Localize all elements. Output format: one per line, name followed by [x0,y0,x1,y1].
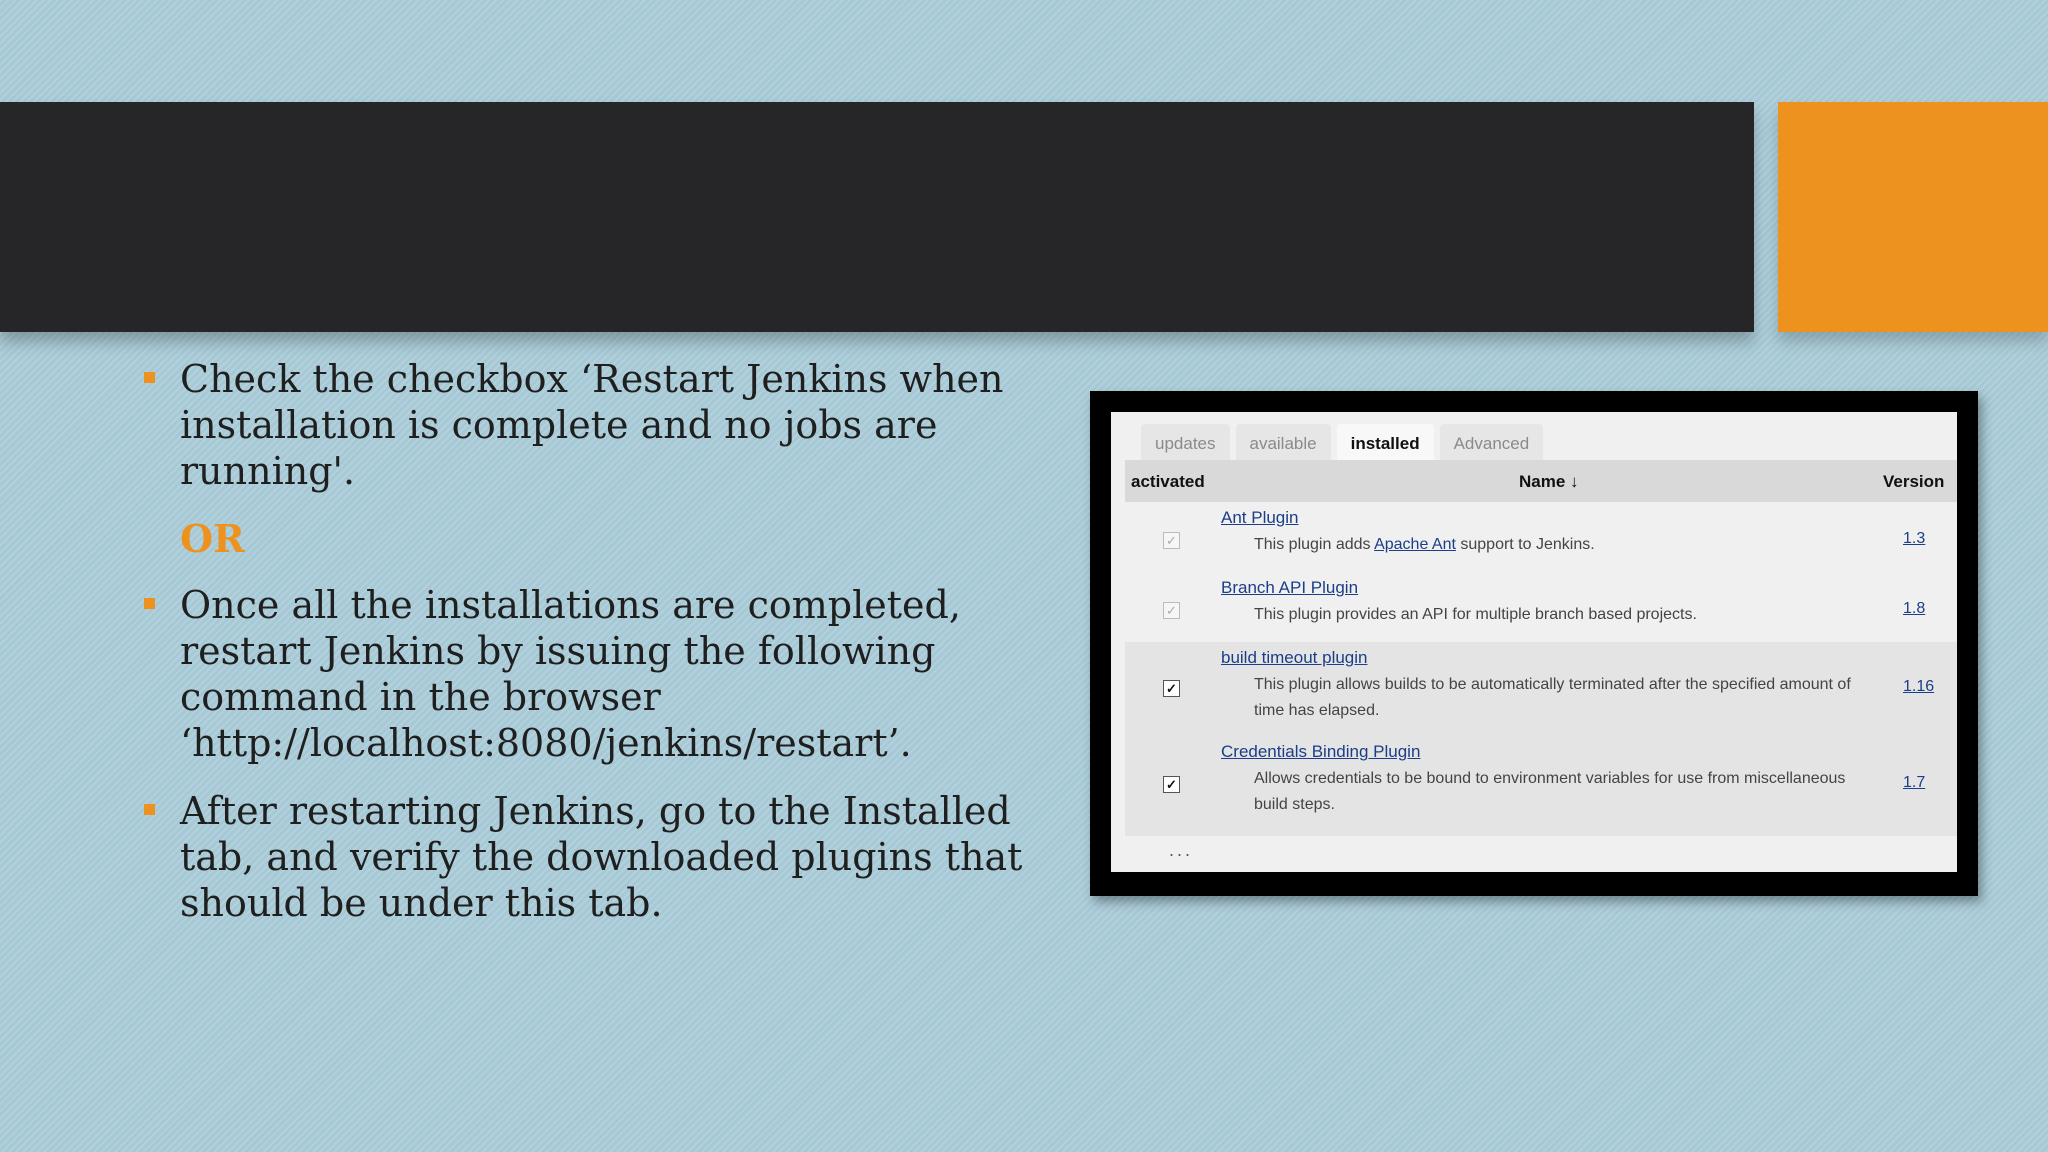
tab-advanced[interactable]: Advanced [1439,424,1544,460]
plugin-version-link[interactable]: 1.16 [1903,678,1934,696]
activated-checkbox[interactable]: ✓ [1163,602,1180,619]
table-row: ✓ Branch API Plugin This plugin provides… [1125,572,1957,642]
more-ellipsis: ... [1169,840,1194,860]
slide-content: Check the checkbox ‘Restart Jenkins when… [140,356,1060,948]
bullet-text: Once all the installations are completed… [180,583,961,765]
plugin-table-header: activated Name ↓ Version R [1125,460,1957,502]
bullet-item: Once all the installations are completed… [140,582,1060,766]
accent-block [1778,102,2048,332]
column-name[interactable]: Name ↓ [1519,472,1579,492]
plugin-version-link[interactable]: 1.8 [1903,600,1925,618]
title-bar [0,102,1754,332]
tab-installed[interactable]: installed [1336,424,1434,460]
plugin-manager-screenshot: updates available installed Advanced act… [1111,412,1957,872]
bullet-item: Check the checkbox ‘Restart Jenkins when… [140,356,1060,494]
activated-checkbox[interactable]: ✓ [1163,776,1180,793]
bullet-text: Check the checkbox ‘Restart Jenkins when… [180,357,1004,493]
column-activated: activated [1131,472,1205,491]
plugin-description: This plugin provides an API for multiple… [1254,606,1697,623]
plugin-description: This plugin allows builds to be automati… [1254,676,1851,719]
table-row: ✓ Credentials Binding Plugin Allows cred… [1125,736,1957,836]
screenshot-frame: updates available installed Advanced act… [1090,391,1978,896]
bullet-text: After restarting Jenkins, go to the Inst… [180,789,1023,925]
apache-ant-link[interactable]: Apache Ant [1374,536,1456,553]
plugin-name-link[interactable]: build timeout plugin [1221,648,1367,668]
plugin-description-text: This plugin adds [1254,536,1375,553]
activated-checkbox[interactable]: ✓ [1163,680,1180,697]
plugin-description: This plugin adds Apache Ant support to J… [1254,532,1864,558]
table-row: ✓ build timeout plugin This plugin allow… [1125,642,1957,736]
activated-checkbox[interactable]: ✓ [1163,532,1180,549]
plugin-name-link[interactable]: Branch API Plugin [1221,578,1358,598]
bullet-square-icon [144,804,155,815]
bullet-square-icon [144,598,155,609]
or-label: OR [180,516,245,561]
table-row: ✓ Ant Plugin This plugin adds Apache Ant… [1125,502,1957,572]
bullet-square-icon [144,372,155,383]
plugin-name-link[interactable]: Ant Plugin [1221,508,1299,528]
bullet-item: After restarting Jenkins, go to the Inst… [140,788,1060,926]
column-version[interactable]: Version [1883,472,1944,492]
plugin-description-text: support to Jenkins. [1455,536,1595,553]
plugin-tabs: updates available installed Advanced [1141,424,1544,460]
plugin-description: Allows credentials to be bound to enviro… [1254,770,1846,813]
plugin-version-link[interactable]: 1.7 [1903,774,1925,792]
tab-available[interactable]: available [1235,424,1331,460]
tab-updates[interactable]: updates [1141,424,1230,460]
plugin-version-link[interactable]: 1.3 [1903,530,1925,548]
plugin-name-link[interactable]: Credentials Binding Plugin [1221,742,1420,762]
